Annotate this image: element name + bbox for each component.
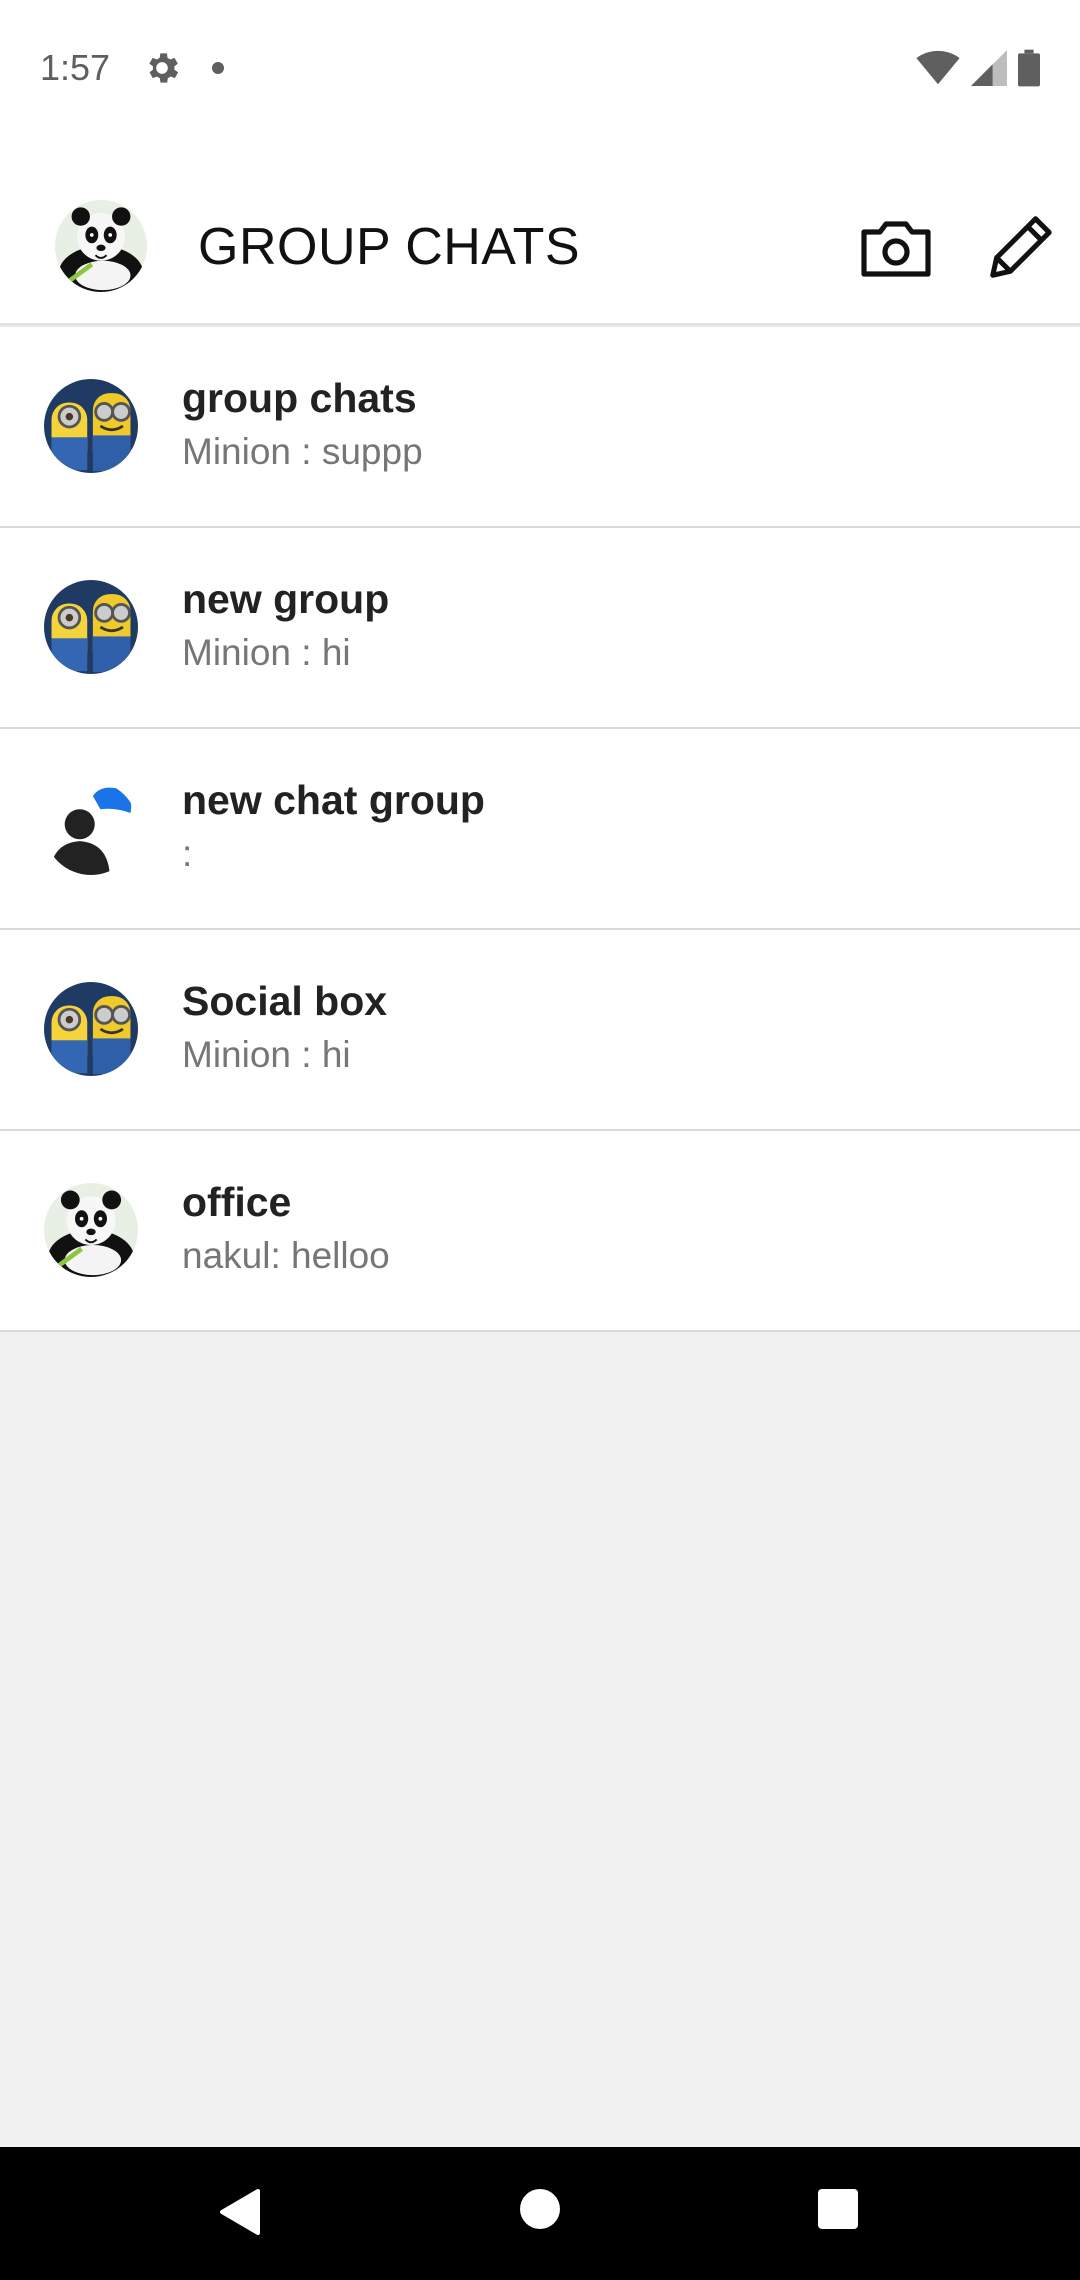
chat-title: new group: [182, 576, 390, 622]
panda-avatar: [44, 1183, 138, 1277]
wifi-icon: [916, 50, 960, 84]
panda-icon: [55, 200, 147, 292]
edit-icon[interactable]: [985, 213, 1055, 283]
system-nav-bar: [0, 2147, 1080, 2280]
chat-title: group chats: [182, 375, 417, 421]
chat-row-office[interactable]: office nakul: helloo: [0, 1131, 1080, 1332]
minions-avatar: [44, 379, 138, 473]
chat-preview: Minion : hi: [182, 632, 351, 673]
chat-title: Social box: [182, 978, 388, 1024]
camera-icon[interactable]: [860, 217, 932, 279]
home-icon[interactable]: [518, 2187, 562, 2231]
chat-row-group-chats[interactable]: group chats Minion : suppp: [0, 327, 1080, 528]
back-icon[interactable]: [218, 2187, 262, 2237]
chat-row-new-group[interactable]: new group Minion : hi: [0, 528, 1080, 729]
minions-avatar: [44, 982, 138, 1076]
signal-icon: [971, 49, 1007, 86]
chat-title: new chat group: [182, 777, 485, 823]
notification-dot-icon: [212, 61, 225, 74]
chat-title: office: [182, 1179, 292, 1225]
chat-preview: Minion : hi: [182, 1034, 351, 1075]
status-icons: [916, 49, 1040, 87]
status-bar: 1:57: [0, 0, 1080, 135]
page-title: GROUP CHATS: [198, 218, 581, 276]
default-person-avatar: [44, 781, 138, 875]
chat-preview: Minion : suppp: [182, 431, 423, 472]
recents-icon[interactable]: [816, 2187, 860, 2231]
gear-icon: [149, 52, 179, 83]
chat-preview: :: [182, 833, 193, 874]
battery-icon: [1018, 49, 1040, 86]
chat-list: group chats Minion : suppp new group Min…: [0, 327, 1080, 1332]
app-bar: GROUP CHATS: [0, 135, 1080, 325]
chat-preview: nakul: helloo: [182, 1235, 390, 1276]
minions-avatar: [44, 580, 138, 674]
chat-row-social-box[interactable]: Social box Minion : hi: [0, 930, 1080, 1131]
profile-avatar[interactable]: [55, 200, 147, 292]
chat-row-new-chat-group[interactable]: new chat group :: [0, 729, 1080, 930]
status-time: 1:57: [40, 46, 111, 88]
